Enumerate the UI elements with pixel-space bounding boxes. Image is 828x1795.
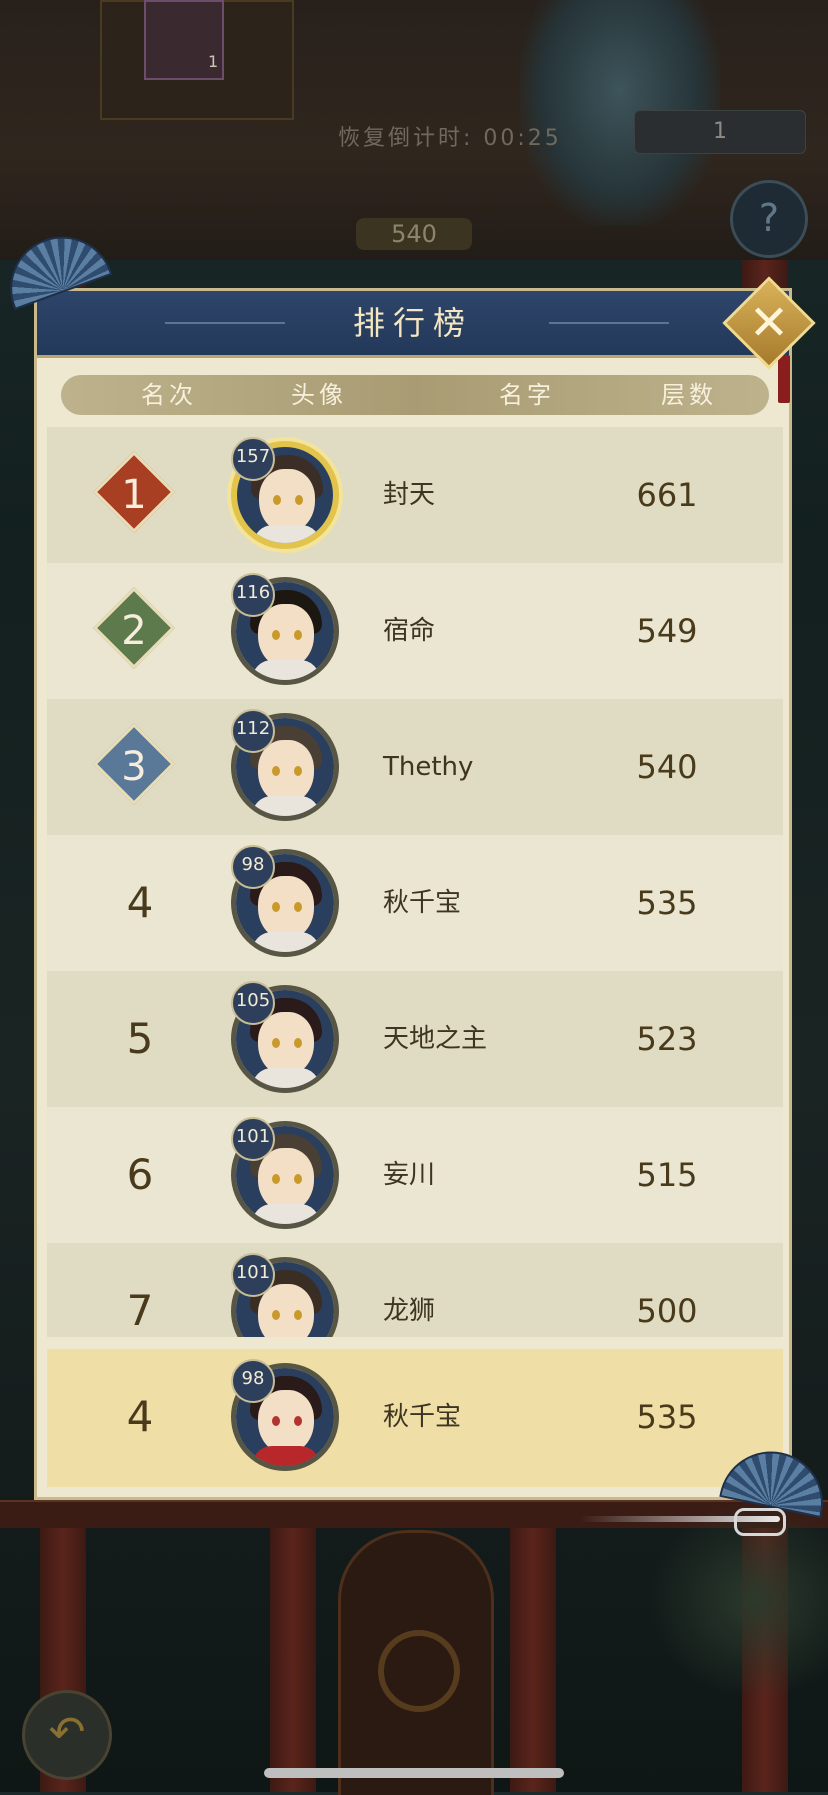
floor-count: 661 (636, 476, 698, 514)
rank-number: 3 (121, 744, 147, 790)
panel-header: 排行榜 (37, 291, 789, 358)
back-button[interactable]: ↶ (22, 1690, 112, 1780)
table-row[interactable]: 4 98 秋千宝 535 (47, 835, 783, 971)
floor-count: 523 (636, 1020, 698, 1058)
rank-number: 7 (126, 1286, 154, 1335)
rank-number: 6 (126, 1150, 154, 1199)
level-badge: 157 (231, 437, 275, 481)
floor-count: 535 (636, 884, 698, 922)
column-rank: 名次 (141, 381, 197, 409)
level-badge: 116 (231, 573, 275, 617)
column-name: 名字 (499, 381, 555, 409)
leaderboard-list[interactable]: 1 157 封天 661 2 116 宿命 549 3 112 Thethy 540 4 98 秋千宝 535… (47, 427, 783, 1337)
self-name: 秋千宝 (383, 1402, 462, 1432)
self-rank: 4 (126, 1392, 154, 1441)
level-badge: 98 (231, 845, 275, 889)
floor-count: 500 (636, 1292, 698, 1330)
player-name: 龙狮 (383, 1296, 436, 1326)
recovery-timer: 恢复倒计时: 00:25 (338, 126, 562, 151)
table-row[interactable]: 1 157 封天 661 (47, 427, 783, 563)
player-name: Thethy (383, 752, 474, 782)
home-indicator[interactable] (264, 1768, 564, 1778)
column-avatar: 头像 (291, 381, 347, 409)
help-button[interactable]: ? (730, 180, 808, 258)
rank-number: 2 (121, 608, 147, 654)
level-badge: 105 (231, 981, 275, 1025)
pillar (510, 1500, 556, 1792)
level-badge: 101 (231, 1253, 275, 1297)
table-row[interactable]: 6 101 妄川 515 (47, 1107, 783, 1243)
floor-count: 540 (636, 748, 698, 786)
close-tassel (778, 355, 790, 403)
table-row[interactable]: 5 105 天地之主 523 (47, 971, 783, 1107)
player-name: 妄川 (383, 1160, 436, 1190)
leaderboard-panel: 排行榜 名次 头像 名字 层数 1 157 封天 661 2 116 宿命 549 3 112 Th… (34, 288, 792, 1500)
column-header-bar: 名次 头像 名字 层数 (61, 375, 769, 415)
player-name: 天地之主 (383, 1024, 488, 1054)
pillar (270, 1500, 316, 1792)
self-rank-row[interactable]: 4 98 秋千宝 535 (47, 1349, 783, 1487)
floor-plaque: 540 (356, 218, 472, 250)
floor-count: 515 (636, 1156, 698, 1194)
rank-number: 1 (121, 472, 147, 518)
player-name: 宿命 (383, 616, 436, 646)
door-emblem (378, 1630, 460, 1712)
scroll-handle[interactable] (734, 1508, 786, 1536)
close-icon[interactable]: ✕ (736, 290, 802, 356)
table-row[interactable]: 2 116 宿命 549 (47, 563, 783, 699)
column-floors: 层数 (661, 381, 717, 409)
self-floors: 535 (636, 1398, 698, 1436)
item-count: 1 (208, 52, 219, 71)
table-row[interactable]: 7 101 龙狮 500 (47, 1243, 783, 1337)
floor-count: 549 (636, 612, 698, 650)
level-badge: 101 (231, 1117, 275, 1161)
resource-counter: 1 (634, 110, 806, 154)
panel-title: 排行榜 (352, 304, 473, 342)
table-row[interactable]: 3 112 Thethy 540 (47, 699, 783, 835)
self-level-badge: 98 (231, 1359, 275, 1403)
rank-number: 4 (126, 878, 154, 927)
rank-number: 5 (126, 1014, 154, 1063)
level-badge: 112 (231, 709, 275, 753)
player-name: 秋千宝 (383, 888, 462, 918)
player-name: 封天 (383, 480, 436, 510)
